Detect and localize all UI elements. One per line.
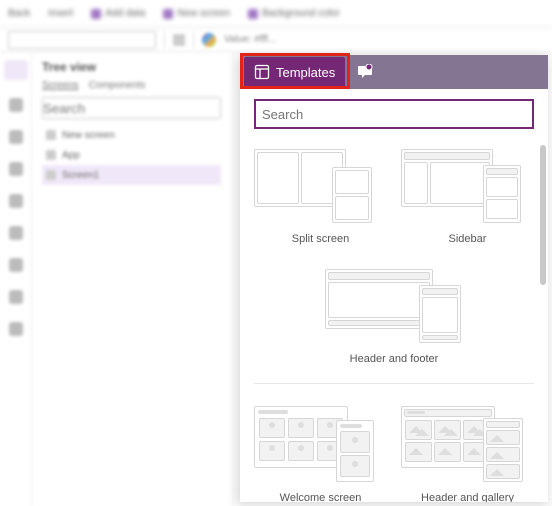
tree-tab-components[interactable]: Components bbox=[89, 80, 146, 91]
template-header-gallery[interactable]: Header and gallery bbox=[401, 402, 534, 502]
rail-icon[interactable] bbox=[9, 322, 23, 336]
tree-view-pane: Tree view Screens Components New screen … bbox=[32, 52, 232, 506]
template-split-screen[interactable]: Split screen bbox=[254, 143, 387, 245]
ribbon-item[interactable]: Back bbox=[8, 8, 30, 19]
panel-scrollbar[interactable] bbox=[540, 145, 546, 285]
formula-hint: Value: #fff... bbox=[224, 34, 276, 45]
panel-body: Split screen Sidebar bbox=[240, 89, 548, 502]
template-search-input[interactable] bbox=[262, 107, 526, 122]
template-label: Sidebar bbox=[449, 233, 487, 245]
property-select[interactable] bbox=[8, 31, 156, 49]
rail-tree-icon[interactable] bbox=[4, 60, 28, 80]
template-header-footer[interactable]: Header and footer bbox=[254, 263, 534, 365]
ribbon-item[interactable]: New screen bbox=[163, 8, 230, 19]
rail-icon[interactable] bbox=[9, 194, 23, 208]
color-swatch-icon bbox=[202, 33, 216, 47]
panel-tabstrip: Templates bbox=[240, 55, 548, 89]
tree-item-screen1[interactable]: Screen1 bbox=[42, 165, 221, 185]
tab-templates[interactable]: Templates bbox=[244, 57, 345, 87]
tab-templates-label: Templates bbox=[276, 65, 335, 80]
template-label: Welcome screen bbox=[280, 492, 362, 502]
template-label: Header and gallery bbox=[421, 492, 514, 502]
template-welcome-screen[interactable]: Welcome screen bbox=[254, 402, 387, 502]
ribbon: Back Insert Add data New screen Backgrou… bbox=[0, 0, 552, 28]
separator bbox=[254, 383, 534, 384]
ribbon-item[interactable]: Background color bbox=[248, 8, 340, 19]
copilot-chat-icon bbox=[357, 64, 373, 80]
template-search[interactable] bbox=[254, 99, 534, 129]
formula-bar[interactable]: Value: #fff... bbox=[0, 28, 552, 52]
ribbon-item[interactable]: Add data bbox=[91, 8, 145, 19]
templates-panel: Templates Split s bbox=[240, 55, 548, 502]
rail-icon[interactable] bbox=[9, 162, 23, 176]
tree-item-app[interactable]: App bbox=[42, 145, 221, 165]
fx-icon bbox=[173, 34, 185, 46]
tree-title: Tree view bbox=[42, 60, 221, 74]
tree-search-input[interactable] bbox=[42, 97, 221, 119]
rail-icon[interactable] bbox=[9, 226, 23, 240]
templates-icon bbox=[254, 64, 270, 80]
tree-tab-screens[interactable]: Screens bbox=[42, 80, 79, 91]
left-rail bbox=[0, 52, 32, 506]
template-sidebar[interactable]: Sidebar bbox=[401, 143, 534, 245]
template-label: Header and footer bbox=[350, 353, 439, 365]
rail-icon[interactable] bbox=[9, 290, 23, 304]
rail-icon[interactable] bbox=[9, 98, 23, 112]
rail-icon[interactable] bbox=[9, 258, 23, 272]
ribbon-item[interactable]: Insert bbox=[48, 8, 73, 19]
template-label: Split screen bbox=[292, 233, 349, 245]
tab-copilot[interactable] bbox=[347, 57, 383, 87]
tree-item-newscreen[interactable]: New screen bbox=[42, 125, 221, 145]
rail-icon[interactable] bbox=[9, 130, 23, 144]
